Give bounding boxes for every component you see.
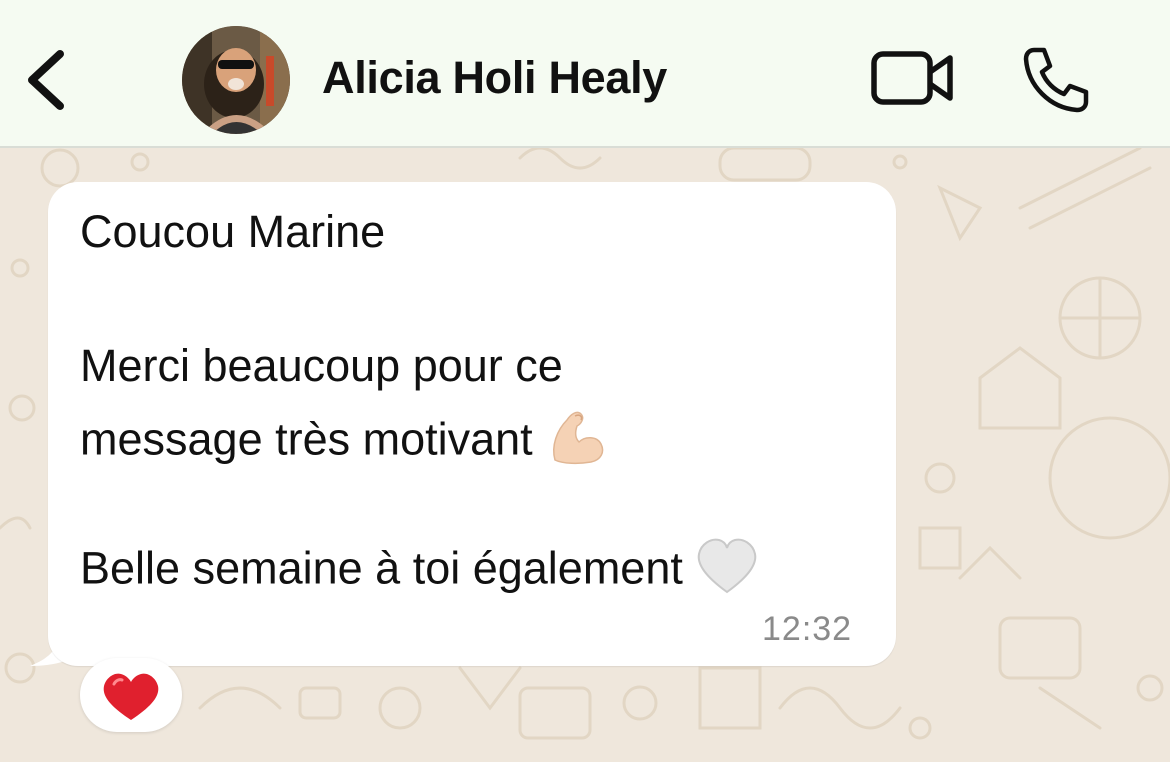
avatar[interactable]	[182, 26, 290, 134]
message-timestamp: 12:32	[762, 610, 853, 648]
message-line-2-text: message très motivant	[80, 413, 533, 465]
flexed-biceps-emoji	[545, 406, 607, 479]
chevron-left-icon	[28, 50, 64, 110]
phone-icon	[1023, 47, 1089, 113]
white-heart-emoji	[695, 536, 759, 607]
video-camera-icon	[871, 51, 953, 105]
message-line-2: message très motivant	[80, 406, 607, 479]
avatar-photo	[182, 26, 290, 134]
back-button[interactable]	[22, 46, 70, 114]
reaction-badge[interactable]	[80, 658, 182, 732]
message-greeting: Coucou Marine	[80, 206, 386, 257]
message-line-3-text: Belle semaine à toi également	[80, 542, 683, 594]
chat-screen: Alicia Holi Healy Coucou Marine Merci be…	[0, 0, 1170, 762]
red-heart-emoji	[103, 673, 159, 720]
message-line-1: Merci beaucoup pour ce	[80, 340, 563, 391]
contact-name[interactable]: Alicia Holi Healy	[322, 52, 667, 104]
voice-call-button[interactable]	[1020, 44, 1092, 116]
message-line-3: Belle semaine à toi également	[80, 536, 759, 607]
video-call-button[interactable]	[870, 50, 956, 106]
chat-header: Alicia Holi Healy	[0, 0, 1170, 148]
